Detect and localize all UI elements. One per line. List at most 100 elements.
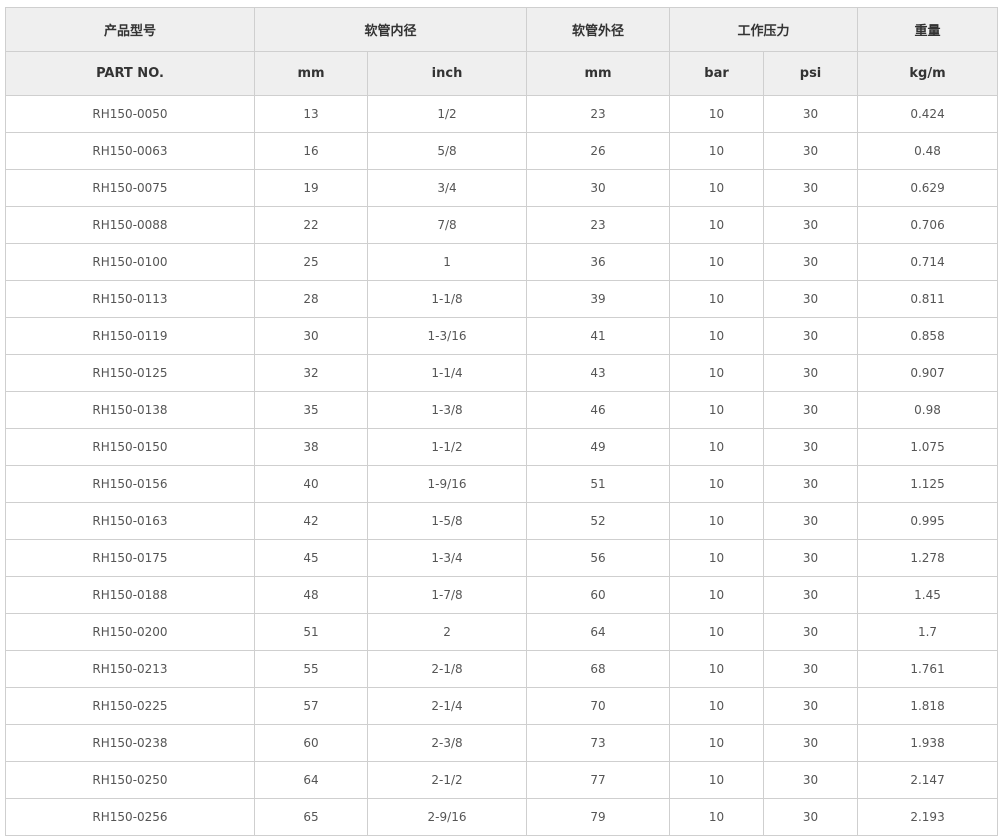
cell-id-mm: 48 bbox=[254, 576, 368, 614]
header-part-no: PART NO. bbox=[5, 51, 255, 96]
cell-id-mm: 57 bbox=[254, 687, 368, 725]
cell-part-no: RH150-0119 bbox=[5, 317, 255, 355]
cell-id-mm: 19 bbox=[254, 169, 368, 207]
table-row: RH150-0188 48 1-7/8 60 10 30 1.45 bbox=[5, 576, 999, 614]
cell-pressure-bar: 10 bbox=[669, 169, 765, 207]
cell-id-mm: 45 bbox=[254, 539, 368, 577]
cell-pressure-bar: 10 bbox=[669, 613, 765, 651]
cell-pressure-bar: 10 bbox=[669, 206, 765, 244]
cell-part-no: RH150-0225 bbox=[5, 687, 255, 725]
cell-pressure-bar: 10 bbox=[669, 354, 765, 392]
cell-pressure-psi: 30 bbox=[763, 576, 859, 614]
cell-od-mm: 41 bbox=[526, 317, 671, 355]
cell-od-mm: 52 bbox=[526, 502, 671, 540]
cell-id-mm: 25 bbox=[254, 243, 368, 281]
cell-id-inch: 1/2 bbox=[366, 95, 528, 133]
cell-pressure-psi: 30 bbox=[763, 613, 859, 651]
cell-weight: 0.995 bbox=[857, 502, 999, 540]
cell-weight: 1.818 bbox=[857, 687, 999, 725]
header-row-units: PART NO. mm inch mm bar psi kg/m bbox=[5, 51, 999, 96]
cell-part-no: RH150-0138 bbox=[5, 391, 255, 429]
cell-id-mm: 42 bbox=[254, 502, 368, 540]
header-pressure-bar: bar bbox=[669, 51, 765, 96]
header-id-mm: mm bbox=[254, 51, 368, 96]
cell-od-mm: 26 bbox=[526, 132, 671, 170]
cell-od-mm: 64 bbox=[526, 613, 671, 651]
cell-pressure-psi: 30 bbox=[763, 391, 859, 429]
cell-pressure-bar: 10 bbox=[669, 428, 765, 466]
cell-od-mm: 36 bbox=[526, 243, 671, 281]
cell-part-no: RH150-0238 bbox=[5, 724, 255, 762]
cell-id-inch: 1-5/8 bbox=[366, 502, 528, 540]
cell-id-mm: 64 bbox=[254, 761, 368, 799]
cell-pressure-psi: 30 bbox=[763, 354, 859, 392]
cell-pressure-bar: 10 bbox=[669, 317, 765, 355]
cell-id-mm: 28 bbox=[254, 280, 368, 318]
header-weight: 重量 bbox=[857, 7, 999, 52]
header-od-mm: mm bbox=[526, 51, 671, 96]
cell-pressure-bar: 10 bbox=[669, 724, 765, 762]
cell-pressure-psi: 30 bbox=[763, 687, 859, 725]
cell-od-mm: 30 bbox=[526, 169, 671, 207]
cell-od-mm: 77 bbox=[526, 761, 671, 799]
cell-weight: 0.811 bbox=[857, 280, 999, 318]
cell-part-no: RH150-0175 bbox=[5, 539, 255, 577]
cell-od-mm: 60 bbox=[526, 576, 671, 614]
cell-part-no: RH150-0256 bbox=[5, 798, 255, 836]
cell-id-inch: 1-1/2 bbox=[366, 428, 528, 466]
cell-pressure-bar: 10 bbox=[669, 650, 765, 688]
cell-part-no: RH150-0050 bbox=[5, 95, 255, 133]
cell-id-inch: 2 bbox=[366, 613, 528, 651]
cell-part-no: RH150-0100 bbox=[5, 243, 255, 281]
cell-id-inch: 1-3/16 bbox=[366, 317, 528, 355]
table-row: RH150-0100 25 1 36 10 30 0.714 bbox=[5, 243, 999, 281]
cell-pressure-bar: 10 bbox=[669, 465, 765, 503]
table-header: 产品型号 软管内径 软管外径 工作压力 重量 PART NO. mm inch … bbox=[5, 7, 999, 96]
cell-od-mm: 39 bbox=[526, 280, 671, 318]
cell-part-no: RH150-0163 bbox=[5, 502, 255, 540]
cell-id-inch: 1-3/4 bbox=[366, 539, 528, 577]
cell-pressure-bar: 10 bbox=[669, 391, 765, 429]
cell-pressure-bar: 10 bbox=[669, 798, 765, 836]
cell-pressure-psi: 30 bbox=[763, 465, 859, 503]
cell-id-mm: 40 bbox=[254, 465, 368, 503]
cell-od-mm: 23 bbox=[526, 95, 671, 133]
cell-id-inch: 2-1/4 bbox=[366, 687, 528, 725]
cell-pressure-psi: 30 bbox=[763, 280, 859, 318]
header-weight-kgm: kg/m bbox=[857, 51, 999, 96]
cell-id-mm: 55 bbox=[254, 650, 368, 688]
table-row: RH150-0200 51 2 64 10 30 1.7 bbox=[5, 613, 999, 651]
cell-pressure-psi: 30 bbox=[763, 243, 859, 281]
cell-weight: 0.858 bbox=[857, 317, 999, 355]
table-row: RH150-0088 22 7/8 23 10 30 0.706 bbox=[5, 206, 999, 244]
cell-id-mm: 65 bbox=[254, 798, 368, 836]
cell-pressure-psi: 30 bbox=[763, 132, 859, 170]
table-row: RH150-0156 40 1-9/16 51 10 30 1.125 bbox=[5, 465, 999, 503]
cell-id-inch: 2-9/16 bbox=[366, 798, 528, 836]
table-row: RH150-0113 28 1-1/8 39 10 30 0.811 bbox=[5, 280, 999, 318]
cell-od-mm: 68 bbox=[526, 650, 671, 688]
cell-pressure-psi: 30 bbox=[763, 761, 859, 799]
cell-pressure-bar: 10 bbox=[669, 280, 765, 318]
cell-id-mm: 22 bbox=[254, 206, 368, 244]
cell-id-mm: 16 bbox=[254, 132, 368, 170]
table-row: RH150-0050 13 1/2 23 10 30 0.424 bbox=[5, 95, 999, 133]
cell-id-inch: 5/8 bbox=[366, 132, 528, 170]
hose-spec-table: 产品型号 软管内径 软管外径 工作压力 重量 PART NO. mm inch … bbox=[5, 7, 999, 836]
table-row: RH150-0238 60 2-3/8 73 10 30 1.938 bbox=[5, 724, 999, 762]
cell-weight: 1.075 bbox=[857, 428, 999, 466]
cell-pressure-psi: 30 bbox=[763, 317, 859, 355]
header-working-pressure: 工作压力 bbox=[669, 7, 859, 52]
cell-weight: 0.98 bbox=[857, 391, 999, 429]
cell-id-inch: 2-3/8 bbox=[366, 724, 528, 762]
table-row: RH150-0150 38 1-1/2 49 10 30 1.075 bbox=[5, 428, 999, 466]
cell-od-mm: 43 bbox=[526, 354, 671, 392]
table-row: RH150-0075 19 3/4 30 10 30 0.629 bbox=[5, 169, 999, 207]
cell-pressure-psi: 30 bbox=[763, 798, 859, 836]
cell-part-no: RH150-0075 bbox=[5, 169, 255, 207]
header-outer-diameter: 软管外径 bbox=[526, 7, 671, 52]
cell-part-no: RH150-0150 bbox=[5, 428, 255, 466]
table-row: RH150-0119 30 1-3/16 41 10 30 0.858 bbox=[5, 317, 999, 355]
cell-id-inch: 2-1/2 bbox=[366, 761, 528, 799]
cell-part-no: RH150-0088 bbox=[5, 206, 255, 244]
